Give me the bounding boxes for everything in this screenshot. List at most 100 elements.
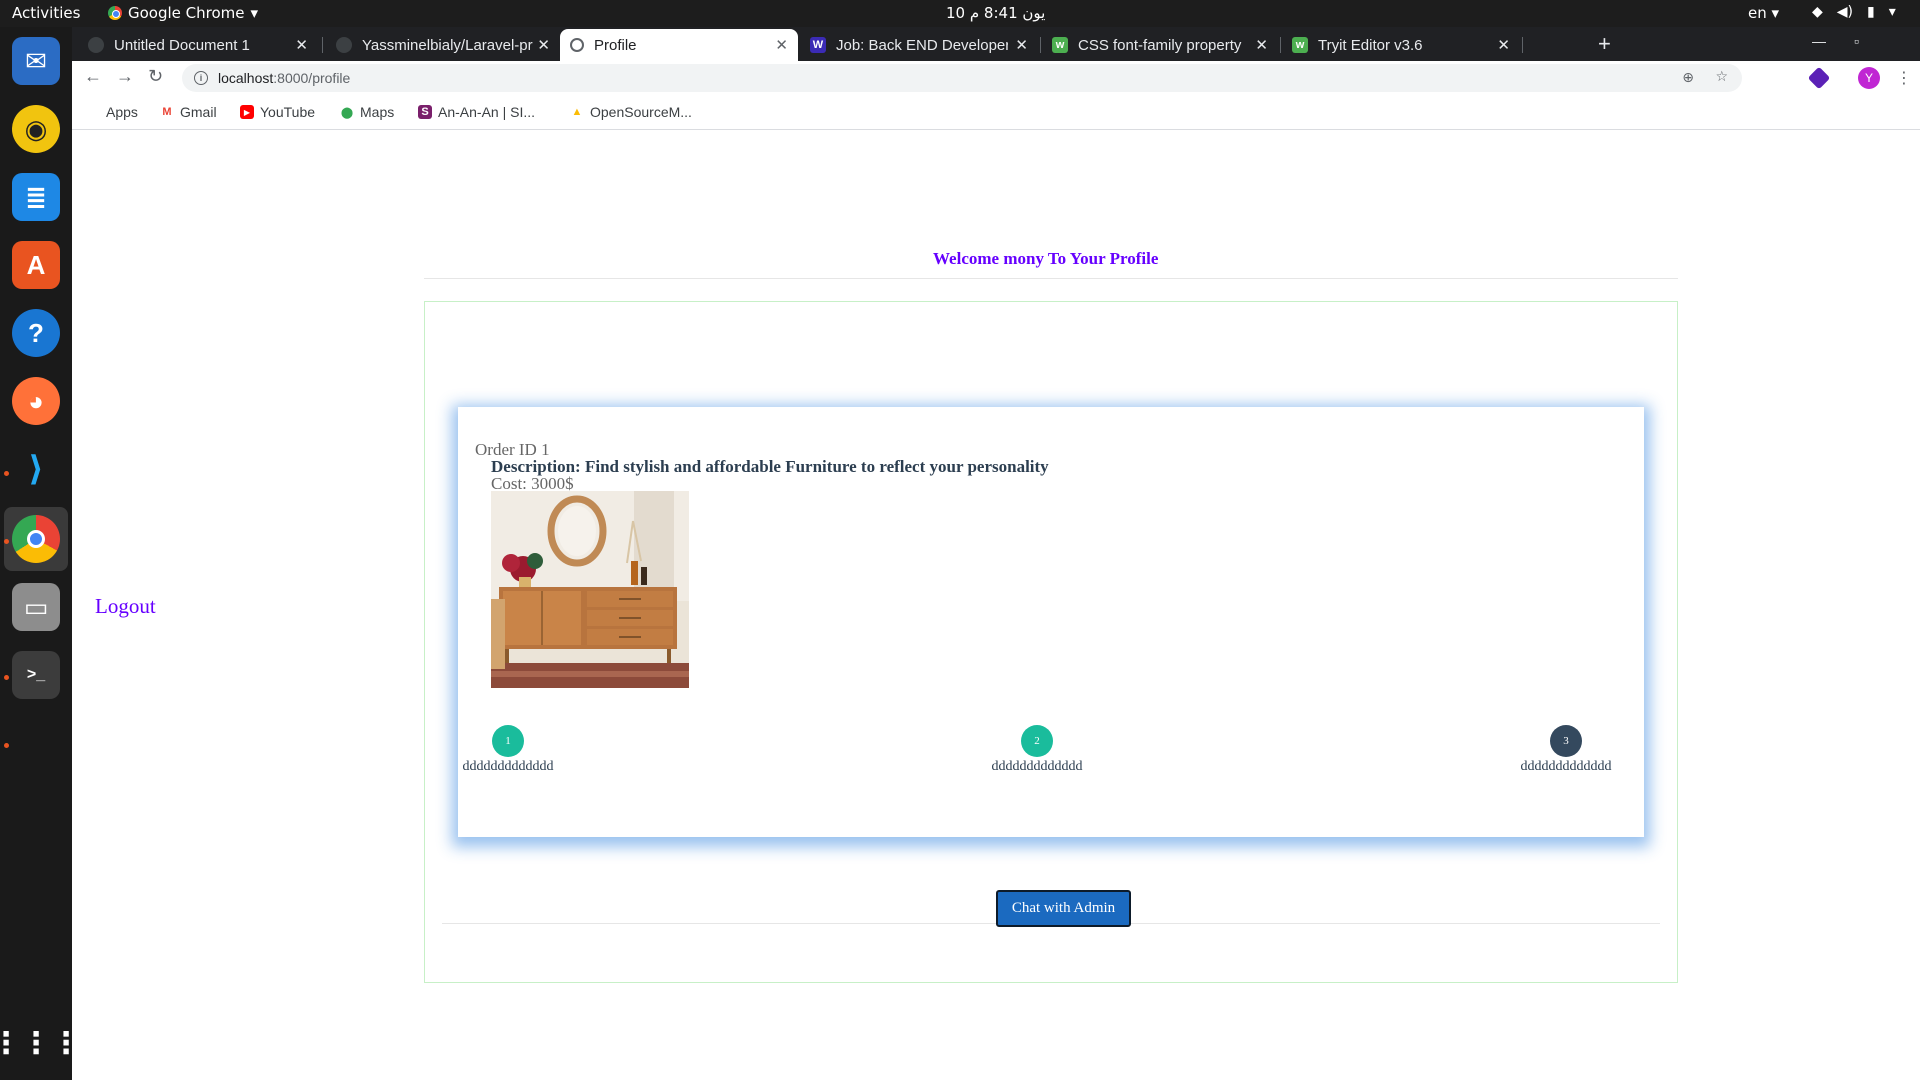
bookmarks-bar: Apps M Gmail ▶ YouTube ⬤ Maps S An-An-An… bbox=[72, 96, 1920, 130]
chat-with-admin-button[interactable]: Chat with Admin bbox=[996, 890, 1131, 927]
step-label: ddddddddddddd bbox=[462, 759, 554, 774]
step-circle: 2 bbox=[1021, 725, 1053, 757]
minimize-icon[interactable]: — bbox=[1812, 33, 1826, 49]
tab-github[interactable]: Yassminelbialy/Laravel-pr ✕ bbox=[326, 29, 560, 61]
bookmark-apps[interactable]: Apps bbox=[86, 104, 138, 120]
page-title: Welcome mony To Your Profile bbox=[933, 249, 1159, 268]
tab-separator bbox=[1040, 37, 1041, 53]
avatar[interactable]: Y bbox=[1858, 67, 1880, 89]
volume-icon: ◀) bbox=[1836, 4, 1854, 20]
bookmark-an-an-an[interactable]: S An-An-An | SI... bbox=[418, 104, 535, 120]
tab-title: Job: Back END Developer bbox=[836, 36, 1008, 54]
terminal-icon[interactable]: >_ bbox=[12, 651, 60, 699]
vscode-icon[interactable]: ⟩ bbox=[12, 445, 60, 493]
page-viewport: Welcome mony To Your Profile Logout Orde… bbox=[72, 131, 1920, 1080]
star-icon[interactable]: ☆ bbox=[1715, 68, 1728, 85]
bookmark-label: YouTube bbox=[260, 104, 316, 120]
forward-arrow-icon[interactable]: → bbox=[116, 66, 134, 87]
close-icon[interactable]: ✕ bbox=[295, 36, 308, 54]
browser-toolbar: ← → ↻ i localhost:8000/profile ⊕ ☆ Y ⋮ bbox=[72, 61, 1920, 96]
tab-untitled-document[interactable]: Untitled Document 1 ✕ bbox=[78, 29, 318, 61]
furniture-image bbox=[491, 491, 689, 688]
running-indicator bbox=[4, 539, 9, 544]
gmail-icon: M bbox=[162, 106, 172, 118]
tab-tryit-editor[interactable]: w Tryit Editor v3.6 ✕ bbox=[1282, 29, 1520, 61]
wifi-icon: ◆ bbox=[1812, 4, 1823, 20]
slack-icon: S bbox=[418, 105, 432, 119]
show-apps-icon[interactable]: ⋮⋮⋮ bbox=[0, 1019, 81, 1067]
apps-grid-icon bbox=[86, 105, 100, 119]
address-bar[interactable]: i localhost:8000/profile ⊕ ☆ bbox=[182, 64, 1742, 92]
bookmark-label: Apps bbox=[106, 104, 138, 120]
close-icon[interactable]: ✕ bbox=[775, 36, 788, 54]
tab-title: Yassminelbialy/Laravel-pr bbox=[362, 36, 533, 54]
extension-icon[interactable] bbox=[1807, 66, 1831, 90]
clock[interactable]: 10 يون 8:41 م bbox=[946, 4, 1045, 22]
close-icon[interactable]: ✕ bbox=[1497, 36, 1510, 54]
step-circle: 3 bbox=[1550, 725, 1582, 757]
maps-pin-icon: ⬤ bbox=[340, 106, 354, 119]
bookmark-label: An-An-An | SI... bbox=[438, 104, 536, 120]
tab-css-font-family[interactable]: w CSS font-family property ✕ bbox=[1042, 29, 1278, 61]
bookmark-maps[interactable]: ⬤ Maps bbox=[340, 104, 394, 120]
tab-strip: Untitled Document 1 ✕ Yassminelbialy/Lar… bbox=[72, 27, 1920, 61]
writer-icon[interactable]: ≣ bbox=[12, 173, 60, 221]
chrome-icon[interactable] bbox=[12, 515, 60, 563]
google-drive-icon: ▲ bbox=[571, 106, 583, 118]
chevron-down-icon: ▾ bbox=[250, 4, 259, 22]
close-icon[interactable]: ✕ bbox=[1015, 36, 1028, 54]
rhythmbox-icon[interactable]: ◉ bbox=[12, 105, 60, 153]
system-status-menu[interactable]: ◆ ◀) ▮ ▾ bbox=[1812, 4, 1896, 20]
bookmark-youtube[interactable]: ▶ YouTube bbox=[240, 104, 315, 120]
tab-title: Tryit Editor v3.6 bbox=[1318, 36, 1423, 54]
activities-button[interactable]: Activities bbox=[12, 4, 80, 22]
language-indicator[interactable]: en ▾ bbox=[1748, 4, 1779, 22]
thunderbird-icon[interactable]: ✉ bbox=[12, 37, 60, 85]
tab-title: Profile bbox=[594, 36, 637, 54]
tab-profile[interactable]: Profile ✕ bbox=[560, 29, 798, 61]
url-path: :8000/profile bbox=[273, 70, 351, 86]
firefox-icon[interactable]: ◕ bbox=[12, 377, 60, 425]
step-label: ddddddddddddd bbox=[991, 759, 1083, 774]
language-label: en bbox=[1748, 4, 1767, 22]
new-tab-button[interactable]: + bbox=[1598, 31, 1611, 57]
w3schools-icon: w bbox=[1052, 37, 1068, 53]
w3schools-icon: w bbox=[1292, 37, 1308, 53]
chevron-down-icon: ▾ bbox=[1888, 4, 1896, 20]
files-icon[interactable]: ▭ bbox=[12, 583, 60, 631]
progress-step-2: 2 ddddddddddddd bbox=[987, 725, 1087, 775]
order-card: Order ID 1 Description: Find stylish and… bbox=[458, 407, 1644, 837]
dock: ✉ ◉ ≣ A ? ◕ ⟩ ▭ >_ ⋮⋮⋮ bbox=[0, 27, 81, 1080]
app-menu[interactable]: Google Chrome ▾ bbox=[108, 4, 258, 22]
back-arrow-icon[interactable]: ← bbox=[84, 66, 102, 87]
kebab-menu-icon[interactable]: ⋮ bbox=[1896, 68, 1912, 88]
bookmark-label: Gmail bbox=[180, 104, 217, 120]
bookmark-label: OpenSourceM... bbox=[590, 104, 692, 120]
divider bbox=[424, 278, 1678, 279]
bookmark-gmail[interactable]: M Gmail bbox=[160, 104, 217, 120]
app-center-icon[interactable]: A bbox=[12, 241, 60, 289]
tab-job[interactable]: W Job: Back END Developer ✕ bbox=[800, 29, 1038, 61]
info-icon[interactable]: i bbox=[194, 71, 208, 85]
progress-step-1: 1 ddddddddddddd bbox=[458, 725, 558, 775]
app-menu-label: Google Chrome bbox=[128, 4, 245, 22]
chrome-icon bbox=[108, 6, 122, 20]
restore-icon[interactable]: ▫ bbox=[1854, 33, 1859, 49]
logout-link[interactable]: Logout bbox=[95, 594, 156, 619]
reload-icon[interactable]: ↻ bbox=[148, 66, 163, 87]
running-indicator bbox=[4, 675, 9, 680]
tab-title: Untitled Document 1 bbox=[114, 36, 250, 54]
running-indicator bbox=[4, 743, 9, 748]
tab-separator bbox=[322, 37, 323, 53]
youtube-icon: ▶ bbox=[240, 105, 254, 119]
github-icon bbox=[336, 37, 352, 53]
help-icon[interactable]: ? bbox=[12, 309, 60, 357]
bookmark-opensource[interactable]: ▲ OpenSourceM... bbox=[570, 104, 692, 120]
progress-step-3: 3 ddddddddddddd bbox=[1516, 725, 1616, 775]
zoom-icon[interactable]: ⊕ bbox=[1682, 69, 1694, 86]
document-icon bbox=[88, 37, 104, 53]
close-icon[interactable]: ✕ bbox=[1255, 36, 1268, 54]
close-icon[interactable]: ✕ bbox=[537, 36, 550, 54]
step-label: ddddddddddddd bbox=[1520, 759, 1612, 774]
globe-icon bbox=[570, 38, 584, 52]
